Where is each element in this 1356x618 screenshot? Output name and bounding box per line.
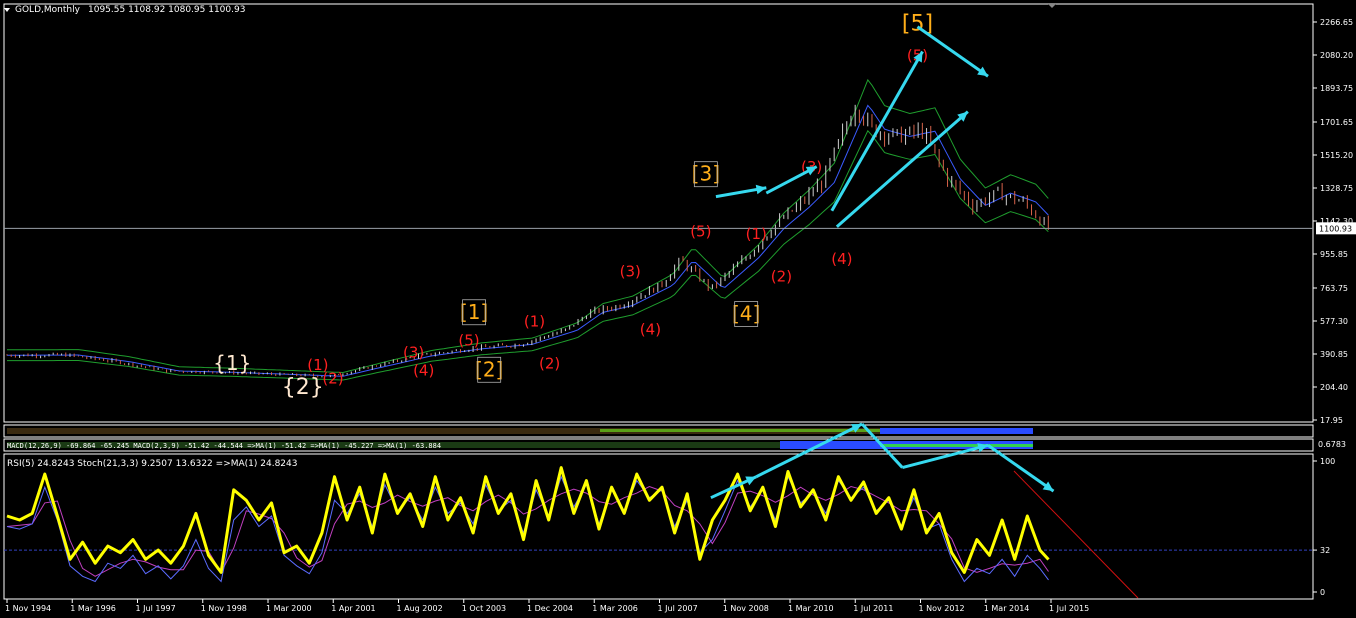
time-tick-label: 1 Mar 2010 — [788, 604, 834, 613]
gold-monthly-chart: GOLD,Monthly 1095.55 1108.92 1080.95 110… — [0, 0, 1356, 618]
wave-label: [1] — [460, 300, 488, 324]
price-tick-label: 17.95 — [1320, 416, 1343, 425]
time-tick-label: 1 Oct 2003 — [462, 604, 506, 613]
price-tick-label: 1515.20 — [1320, 151, 1353, 160]
wave-label: (4) — [640, 321, 661, 339]
time-tick-label: 1 Jul 2015 — [1049, 604, 1089, 613]
price-tick-label: 1328.75 — [1320, 184, 1353, 193]
wave-label: (5) — [690, 222, 711, 240]
rsi-stoch-label: RSI(5) 24.8243 Stoch(21,3,3) 9.2507 13.6… — [7, 459, 297, 469]
time-tick-label: 1 Mar 2006 — [592, 604, 638, 613]
time-tick-label: 1 Dec 2004 — [527, 604, 573, 613]
time-tick-label: 1 Nov 2008 — [723, 604, 769, 613]
wave-label: {1} — [213, 351, 251, 375]
ohlc-label: 1095.55 1108.92 1080.95 1100.93 — [88, 5, 245, 15]
wave-label: (4) — [413, 361, 434, 379]
time-tick-label: 1 Nov 1994 — [5, 604, 51, 613]
price-tick-label: 2080.20 — [1320, 51, 1353, 60]
wave-label: (5) — [458, 331, 479, 349]
wave-label: (2) — [322, 369, 343, 387]
wave-label: (3) — [620, 262, 641, 280]
time-tick-label: 1 Apr 2001 — [331, 604, 375, 613]
time-tick-label: 1 Nov 2012 — [919, 604, 965, 613]
price-tick-label: 1893.75 — [1320, 84, 1353, 93]
wave-label: (4) — [831, 250, 852, 268]
price-tick-label: 2266.65 — [1320, 18, 1353, 27]
strip-scale-label: 0.6783 — [1318, 440, 1346, 449]
wave-label: (2) — [539, 354, 560, 372]
price-tick-label: 955.85 — [1320, 250, 1348, 259]
wave-label: {2} — [282, 375, 324, 400]
wave-label: [2] — [475, 357, 503, 381]
wave-label: [5] — [902, 11, 933, 36]
strip-band — [880, 444, 1033, 447]
time-tick-label: 1 Jul 2007 — [658, 604, 698, 613]
rsi-tick-label: 0 — [1320, 588, 1325, 597]
strip-indicator-label: MACD(12,26,9) -69.864 -65.245 MACD(2,3,9… — [7, 442, 441, 450]
symbol-label: GOLD,Monthly — [15, 5, 81, 15]
time-tick-label: 1 Mar 2000 — [266, 604, 312, 613]
time-tick-label: 1 Nov 1998 — [201, 604, 247, 613]
rsi-tick-label: 100 — [1320, 457, 1335, 466]
time-tick-label: 1 Aug 2002 — [397, 604, 443, 613]
wave-label: (2) — [771, 268, 792, 286]
wave-label: (3) — [403, 344, 424, 362]
price-tick-label: 763.75 — [1320, 284, 1348, 293]
price-tick-label: 204.40 — [1320, 383, 1348, 392]
strip-band — [880, 428, 1033, 434]
wave-label: (1) — [524, 313, 545, 331]
price-tick-label: 1701.65 — [1320, 118, 1353, 127]
price-tick-label: 390.85 — [1320, 350, 1348, 359]
time-tick-label: 1 Jul 2011 — [853, 604, 893, 613]
rsi-tick-label: 32 — [1320, 546, 1330, 555]
wave-label: (1) — [746, 225, 767, 243]
time-tick-label: 1 Mar 1996 — [70, 604, 116, 613]
time-tick-label: 1 Jul 1997 — [136, 604, 176, 613]
time-tick-label: 1 Mar 2014 — [984, 604, 1030, 613]
price-tick-label: 577.30 — [1320, 317, 1348, 326]
wave-label: [3] — [692, 162, 720, 186]
wave-label: [4] — [732, 302, 760, 326]
current-price-label: 1100.93 — [1319, 224, 1352, 233]
